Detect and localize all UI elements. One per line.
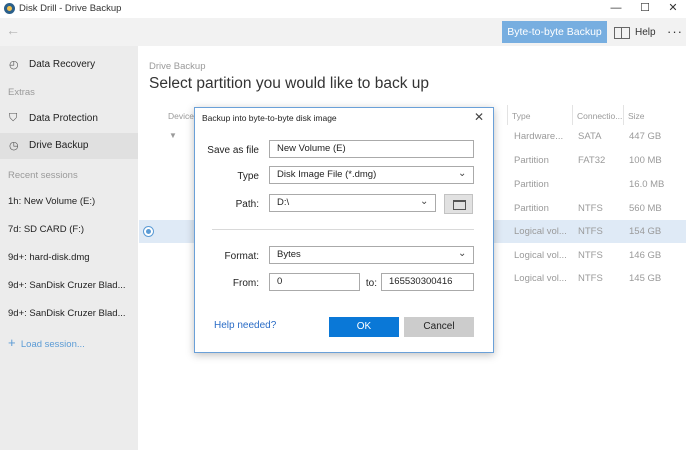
maximize-button[interactable]: ☐	[631, 0, 659, 18]
column-header-size[interactable]: Size	[628, 111, 645, 121]
breadcrumb: Drive Backup	[149, 61, 206, 72]
more-options-icon[interactable]: ···	[667, 24, 683, 39]
from-field[interactable]: 0	[269, 273, 360, 291]
table-cell-size: 447 GB	[629, 131, 662, 142]
table-cell-connection: SATA	[578, 131, 602, 142]
column-separator[interactable]	[572, 105, 573, 125]
save-as-field[interactable]: New Volume (E)	[269, 140, 474, 158]
table-cell-size: 145 GB	[629, 273, 662, 284]
table-cell-type: Logical vol...	[514, 226, 567, 237]
disk-drill-logo-icon	[4, 3, 15, 14]
table-cell-connection: NTFS	[578, 250, 603, 261]
path-label: Path:	[235, 199, 259, 210]
back-arrow-icon[interactable]: ←	[6, 22, 20, 38]
load-session-label: Load session...	[20, 339, 85, 350]
table-cell-size: 154 GB	[629, 226, 662, 237]
from-label: From:	[232, 278, 259, 289]
to-label: to:	[365, 278, 377, 289]
column-header-device[interactable]: Device	[168, 111, 194, 121]
type-label: Type	[237, 171, 259, 182]
format-select[interactable]: Bytes	[269, 246, 474, 264]
ok-button[interactable]: OK	[329, 317, 399, 337]
expand-arrow-icon[interactable]: ▼	[169, 131, 177, 140]
recent-session-item[interactable]: 9d+: SanDisk Cruzer Blad...	[8, 308, 125, 319]
table-cell-size: 560 MB	[629, 203, 662, 214]
partition-radio[interactable]	[143, 226, 154, 237]
sidebar-item-label: Data Recovery	[29, 59, 96, 70]
help-book-icon[interactable]	[614, 27, 630, 39]
table-cell-type: Partition	[514, 179, 549, 190]
table-cell-size: 16.0 MB	[629, 179, 665, 190]
save-as-label: Save as file	[207, 145, 259, 156]
plus-icon: +	[8, 335, 16, 350]
column-separator[interactable]	[623, 105, 624, 125]
minimize-button[interactable]: —	[602, 0, 630, 18]
chevron-down-icon[interactable]: ⌄	[458, 248, 466, 259]
shield-icon: ⛉	[9, 112, 18, 124]
byte-to-byte-backup-button[interactable]: Byte-to-byte Backup	[502, 21, 607, 43]
extras-heading: Extras	[8, 87, 35, 98]
table-cell-size: 100 MB	[629, 155, 662, 166]
recent-session-item[interactable]: 9d+: hard-disk.dmg	[8, 252, 90, 263]
load-session-button[interactable]: + Load session...	[8, 335, 85, 350]
window-title: Disk Drill - Drive Backup	[19, 3, 122, 14]
recent-session-item[interactable]: 7d: SD CARD (F:)	[8, 224, 84, 235]
page-title: Select partition you would like to back …	[149, 75, 430, 92]
table-cell-size: 146 GB	[629, 250, 662, 261]
close-window-button[interactable]: ✕	[659, 0, 686, 18]
format-select-value: Bytes	[277, 249, 301, 260]
table-cell-type: Logical vol...	[514, 273, 567, 284]
sidebar-item-label: Drive Backup	[29, 140, 89, 151]
sidebar-item-label: Data Protection	[29, 113, 98, 124]
path-select[interactable]: D:\	[269, 194, 436, 212]
recent-sessions-heading: Recent sessions	[8, 170, 78, 181]
column-header-connection[interactable]: Connectio...	[577, 111, 622, 121]
table-cell-type: Hardware...	[514, 131, 564, 142]
table-cell-connection: FAT32	[578, 155, 606, 166]
dialog-close-icon[interactable]: ✕	[474, 110, 484, 124]
chevron-down-icon[interactable]: ⌄	[420, 196, 428, 207]
table-cell-connection: NTFS	[578, 273, 603, 284]
column-separator[interactable]	[507, 105, 508, 125]
table-cell-type: Partition	[514, 155, 549, 166]
to-field[interactable]: 165530300416	[381, 273, 474, 291]
recent-session-item[interactable]: 9d+: SanDisk Cruzer Blad...	[8, 280, 125, 291]
format-label: Format:	[224, 251, 259, 262]
table-cell-type: Logical vol...	[514, 250, 567, 261]
dialog-title: Backup into byte-to-byte disk image	[202, 113, 337, 123]
table-cell-type: Partition	[514, 203, 549, 214]
type-select[interactable]: Disk Image File (*.dmg)	[269, 166, 474, 184]
chevron-down-icon[interactable]: ⌄	[458, 168, 466, 179]
column-header-type[interactable]: Type	[512, 111, 530, 121]
folder-icon	[453, 200, 466, 210]
table-cell-connection: NTFS	[578, 203, 603, 214]
type-select-value: Disk Image File (*.dmg)	[277, 169, 377, 180]
table-cell-connection: NTFS	[578, 226, 603, 237]
cancel-button[interactable]: Cancel	[404, 317, 474, 337]
help-needed-link[interactable]: Help needed?	[214, 320, 276, 331]
help-button[interactable]: Help	[635, 27, 656, 38]
path-select-value: D:\	[277, 197, 290, 208]
history-icon: ◷	[9, 140, 19, 152]
dialog-divider	[212, 229, 474, 230]
data-recovery-icon: ◴	[9, 59, 19, 71]
recent-session-item[interactable]: 1h: New Volume (E:)	[8, 196, 95, 207]
